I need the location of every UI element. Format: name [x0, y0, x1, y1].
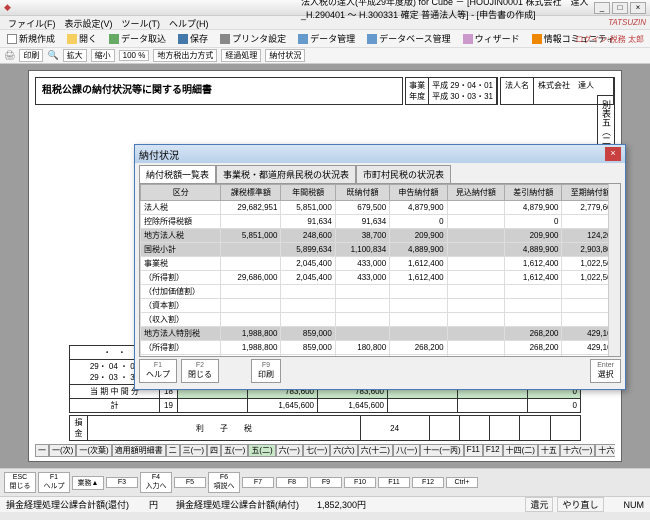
toolbar2: 🖨 印刷 🔍 拡大 縮小 100 % 地方税出力方式 経過処理 納付状況: [0, 48, 650, 64]
year-label: 事業 年度: [406, 78, 429, 104]
dialog-close-button[interactable]: ×: [605, 147, 621, 161]
sheet-tab[interactable]: 四: [207, 444, 221, 457]
tab-city[interactable]: 市町村民税の状況表: [356, 165, 451, 183]
sheet-tab[interactable]: 七(一): [303, 444, 330, 457]
sheet-tab[interactable]: 一(次): [49, 444, 76, 457]
help-button[interactable]: F1ヘルプ: [139, 359, 177, 383]
sheet-tab[interactable]: 五(一): [221, 444, 248, 457]
new-button[interactable]: 新規作成: [4, 31, 58, 46]
sheet-tab[interactable]: 十四(二): [503, 444, 538, 457]
status-bar: 損金経理処理公課合計額(還付) 円 損金経理処理公課合計額(納付) 1,852,…: [0, 496, 650, 512]
fn-key[interactable]: F1ヘルプ: [38, 472, 70, 493]
sheet-tab[interactable]: 十六(二): [595, 444, 615, 457]
zoom-level[interactable]: 100 %: [119, 50, 150, 61]
fn-key[interactable]: ESC閉じる: [4, 472, 36, 493]
status-mid: 円 損金経理処理公課合計額(納付) 1,852,300円: [149, 498, 366, 511]
sheet-tab[interactable]: F12: [483, 444, 503, 457]
fn-key[interactable]: F11: [378, 477, 410, 488]
tab-tax-list[interactable]: 納付税額一覧表: [139, 165, 216, 183]
sheet-tab[interactable]: 二: [166, 444, 180, 457]
fn-key[interactable]: F10: [344, 477, 376, 488]
sheet-tab[interactable]: 一: [35, 444, 49, 457]
fn-key[interactable]: 業務▲: [72, 476, 104, 490]
year-range: 平成 29・04・01平成 30・03・31: [429, 78, 497, 104]
print-dialog-button[interactable]: F9印刷: [251, 359, 281, 383]
sheet-tab[interactable]: 三(一): [180, 444, 207, 457]
login-user: ログイン:税務 太郎: [576, 34, 644, 45]
scrollbar[interactable]: [608, 184, 620, 356]
printer-button[interactable]: プリンタ設定: [217, 31, 289, 46]
dialog-title: 納付状況: [139, 147, 179, 162]
data-mgmt-button[interactable]: データ管理: [295, 31, 358, 46]
fn-key[interactable]: Ctrl+: [446, 477, 478, 488]
sheet-tab[interactable]: 八(一): [393, 444, 420, 457]
progress-btn[interactable]: 経過処理: [221, 49, 261, 62]
sheet-tab[interactable]: 六(十二): [358, 444, 393, 457]
sheet-title: 租税公課の納付状況等に関する明細書: [35, 77, 403, 105]
sheet-tab[interactable]: 六(六): [330, 444, 357, 457]
fn-key[interactable]: F8: [276, 477, 308, 488]
save-button[interactable]: 保存: [175, 31, 211, 46]
sheet-tab[interactable]: 一(次葉): [76, 444, 111, 457]
sheet-tab[interactable]: 五(二): [248, 444, 275, 457]
wizard-button[interactable]: ウィザード: [460, 31, 523, 46]
payment-status-dialog: 納付状況 × 納付税額一覧表 事業税・都道府県民税の状況表 市町村民税の状況表 …: [134, 144, 626, 390]
sheet-tab[interactable]: F11: [464, 444, 483, 457]
menu-help[interactable]: ヘルプ(H): [165, 16, 213, 29]
status-left: 損金経理処理公課合計額(還付): [6, 498, 129, 511]
fn-key[interactable]: F6項説へ: [208, 472, 240, 493]
fn-key[interactable]: F5: [174, 477, 206, 488]
close-dialog-button[interactable]: F2閉じる: [181, 359, 219, 383]
payment-grid[interactable]: 区分課税標準額年間税額既納付額申告納付額見込納付額差引納付額至期納付額法人税29…: [139, 183, 621, 357]
payment-status-btn[interactable]: 納付状況: [265, 49, 305, 62]
db-mgmt-button[interactable]: データベース管理: [364, 31, 454, 46]
fn-key[interactable]: F7: [242, 477, 274, 488]
menu-view[interactable]: 表示設定(V): [61, 16, 117, 29]
toolbar: 新規作成 開く データ取込 保存 プリンタ設定 データ管理 データベース管理 ウ…: [0, 30, 650, 48]
status-sub2: やり直し: [557, 497, 603, 512]
menu-tools[interactable]: ツール(T): [118, 16, 165, 29]
import-button[interactable]: データ取込: [106, 31, 169, 46]
fn-key[interactable]: F3: [106, 477, 138, 488]
corp-label: 法人名: [501, 78, 534, 104]
local-tax-btn[interactable]: 地方税出力方式: [153, 49, 217, 62]
maximize-button[interactable]: □: [612, 2, 628, 14]
tab-biz-pref[interactable]: 事業税・都道府県民税の状況表: [216, 165, 356, 183]
sheet-tab[interactable]: 十六(一): [560, 444, 595, 457]
print-button[interactable]: 印刷: [19, 49, 43, 62]
minimize-button[interactable]: _: [594, 2, 610, 14]
function-key-bar: ESC閉じるF1ヘルプ業務▲F3F4入力へF5F6項説へF7F8F9F10F11…: [0, 468, 650, 496]
enter-button[interactable]: Enter選択: [590, 359, 621, 383]
zoom-in[interactable]: 拡大: [63, 49, 87, 62]
close-button[interactable]: ×: [630, 2, 646, 14]
sheet-tab[interactable]: 適用額明細書: [112, 444, 166, 457]
fn-key[interactable]: F4入力へ: [140, 472, 172, 493]
app-icon: ◆: [4, 2, 297, 13]
fn-key[interactable]: F12: [412, 477, 444, 488]
sheet-tab[interactable]: 六(一): [276, 444, 303, 457]
window-title: 法人税の達人(平成29年度版) for Cube － [HOUJIN0001 株…: [301, 0, 594, 21]
sheet-tab[interactable]: 十一(一丙): [420, 444, 463, 457]
sheet-tabs: 一一(次)一(次葉)適用額明細書二三(一)四五(一)五(二)六(一)七(一)六(…: [35, 444, 615, 457]
status-sub: 遺元: [525, 497, 553, 512]
zoom-out[interactable]: 縮小: [91, 49, 115, 62]
brand-logo: TATSUZIN: [608, 18, 646, 27]
open-button[interactable]: 開く: [64, 31, 100, 46]
menu-file[interactable]: ファイル(F): [4, 16, 60, 29]
fn-key[interactable]: F9: [310, 477, 342, 488]
status-num: NUM: [624, 500, 645, 510]
sheet-tab[interactable]: 十五: [538, 444, 560, 457]
